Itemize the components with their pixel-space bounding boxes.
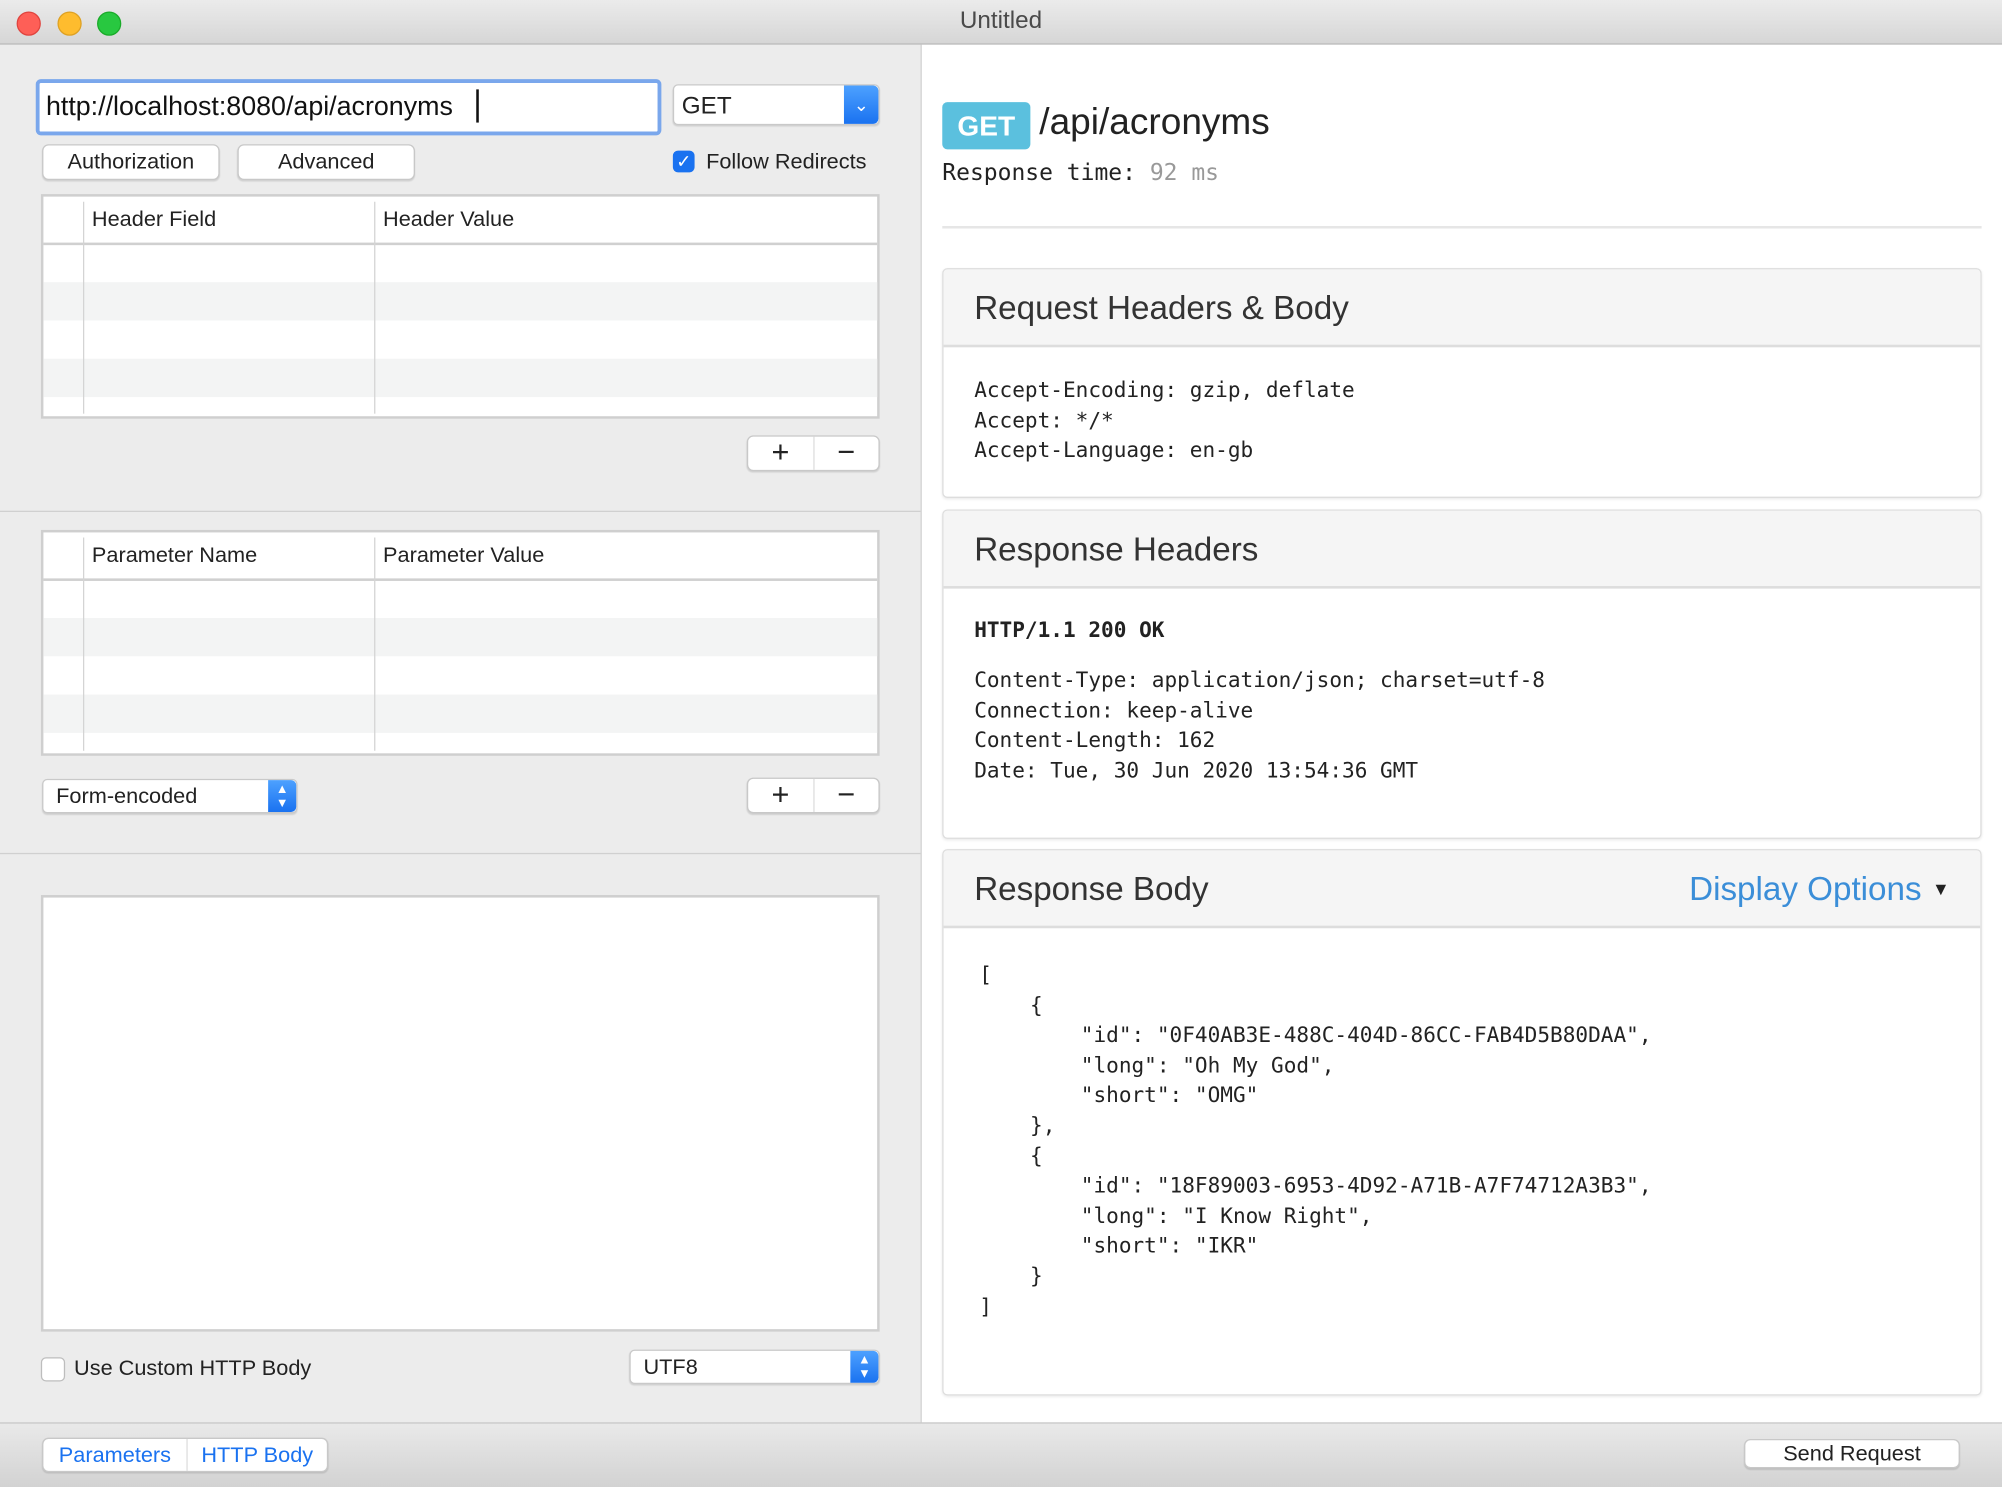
status-line: HTTP/1.1 200 OK [974,617,1165,643]
remove-parameter-button[interactable]: − [814,779,878,812]
table-row[interactable] [43,694,878,733]
app-window: Untitled http://localhost:8080/api/acron… [0,0,2002,1487]
column-header-field[interactable]: Header Field [92,207,216,233]
encoding-select[interactable]: Form-encoded ▲ ▼ [42,778,298,814]
column-header-value[interactable]: Header Value [383,207,514,233]
table-row[interactable] [43,617,878,657]
header-line: Content-Type: application/json; charset=… [974,667,1545,693]
divider [0,852,921,855]
param-add-remove: + − [746,777,880,814]
charset-select[interactable]: UTF8 ▲ ▼ [629,1349,880,1385]
use-custom-body-label: Use Custom HTTP Body [74,1355,312,1381]
response-headers-text: Content-Type: application/json; charset=… [974,665,1545,785]
tab-http-body[interactable]: HTTP Body [188,1439,327,1471]
response-time-label: Response time: [942,159,1136,187]
use-custom-body-checkbox[interactable] [40,1357,66,1382]
header-line: Accept-Encoding: gzip, deflate [974,377,1355,403]
charset-value: UTF8 [643,1354,698,1379]
panel-title: Response Headers [974,529,1259,569]
header-line: Accept: */* [974,408,1114,433]
header-line: Date: Tue, 30 Jun 2020 13:54:36 GMT [974,758,1419,783]
panel-title: Response Body [974,869,1209,908]
method-select[interactable]: GET ⌄ [672,84,880,126]
advanced-button[interactable]: Advanced [237,144,415,181]
header-line: Accept-Language: en-gb [974,438,1254,463]
request-headers-panel: Request Headers & Body Accept-Encoding: … [942,268,1982,498]
column-divider [374,537,376,751]
header-add-remove: + − [746,435,880,472]
caret-down-icon[interactable]: ▼ [1932,878,1950,898]
column-divider [374,201,376,414]
close-button[interactable] [16,11,41,36]
divider [942,225,1982,229]
title-bar: Untitled [0,0,2002,45]
method-badge: GET [942,102,1031,150]
method-value: GET [681,93,732,121]
minimize-button[interactable] [57,11,82,36]
view-tabs: Parameters HTTP Body [42,1437,329,1473]
add-parameter-button[interactable]: + [748,779,814,813]
response-body-panel: Response Body Display Options ▼ [ { "id"… [942,849,1982,1396]
remove-header-button[interactable]: − [814,437,878,470]
response-path: /api/acronyms [1039,102,1270,144]
chevron-down-icon: ⌄ [843,85,879,124]
column-divider [82,537,85,751]
table-row[interactable] [43,358,878,398]
tab-parameters[interactable]: Parameters [43,1438,188,1471]
column-header-param-value[interactable]: Parameter Value [383,543,544,569]
add-header-button[interactable]: + [748,437,814,470]
response-body-text: [ { "id": "0F40AB3E-488C-404D-86CC-FAB4D… [979,962,1652,1319]
follow-redirects-checkbox[interactable]: ✓ [672,150,695,173]
text-cursor [476,89,479,123]
response-time: Response time: 92 ms [942,158,1219,188]
divider [0,510,921,512]
header-divider [43,242,878,246]
authorization-button[interactable]: Authorization [42,144,220,181]
header-divider [43,578,878,581]
panel-title: Request Headers & Body [974,288,1349,327]
headers-table[interactable]: Header Field Header Value [40,194,880,419]
follow-redirects-label: Follow Redirects [706,149,867,174]
column-header-param-name[interactable]: Parameter Name [92,543,257,569]
encoding-value: Form-encoded [56,783,198,809]
header-line: Connection: keep-alive [974,697,1254,723]
request-headers-text: Accept-Encoding: gzip, deflate Accept: */… [974,375,1355,465]
response-headers-panel: Response Headers HTTP/1.1 200 OK Content… [942,509,1982,839]
column-divider [82,201,85,414]
http-body-textarea[interactable] [40,895,880,1332]
stepper-arrows-icon: ▲ ▼ [850,1350,879,1383]
stepper-arrows-icon: ▲ ▼ [268,780,297,813]
table-row[interactable] [43,282,878,321]
parameters-table[interactable]: Parameter Name Parameter Value [40,529,880,756]
zoom-button[interactable] [97,11,122,36]
response-time-value: 92 ms [1149,159,1220,187]
send-request-button[interactable]: Send Request [1744,1438,1960,1469]
header-line: Content-Length: 162 [974,728,1216,753]
display-options-button[interactable]: Display Options [1689,869,1921,909]
window-title: Untitled [959,7,1043,35]
url-text: http://localhost:8080/api/acronyms [45,91,453,122]
